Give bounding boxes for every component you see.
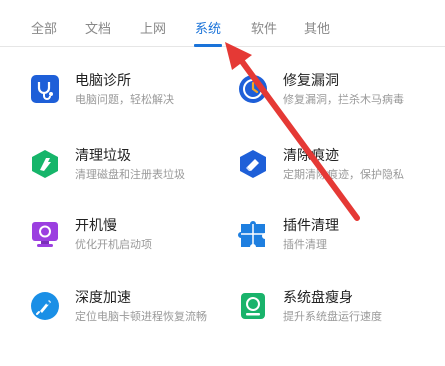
tool-title: 电脑诊所 (75, 73, 131, 89)
tool-desc: 清理磁盘和注册表垃圾 (75, 168, 185, 181)
active-tab-indicator (194, 44, 222, 47)
tool-pc-clinic[interactable]: 电脑诊所 电脑问题，轻松解决 (30, 70, 230, 114)
category-tabbar: 全部 文档 上网 系统 软件 其他 (0, 0, 445, 47)
tab-other[interactable]: 其他 (304, 18, 330, 37)
tool-desc: 定位电脑卡顿进程恢复流畅 (75, 310, 207, 323)
broom-icon (30, 149, 60, 179)
stethoscope-icon (30, 74, 60, 104)
tool-clean-junk[interactable]: 清理垃圾 清理磁盘和注册表垃圾 (30, 145, 230, 189)
tab-system[interactable]: 系统 (195, 18, 221, 37)
tool-title: 深度加速 (75, 290, 131, 306)
tool-desc: 优化开机启动项 (75, 238, 152, 251)
tool-title: 清理垃圾 (75, 148, 131, 164)
tab-all[interactable]: 全部 (31, 18, 57, 37)
shield-repair-icon (238, 74, 268, 104)
tool-clear-traces[interactable]: 清除痕迹 定期清除痕迹，保护隐私 (238, 145, 438, 189)
tool-desc: 修复漏洞，拦杀木马病毒 (283, 93, 404, 106)
tab-software[interactable]: 软件 (251, 18, 277, 37)
disk-icon (238, 291, 268, 321)
monitor-icon (30, 219, 60, 249)
tool-system-disk-slim[interactable]: 系统盘瘦身 提升系统盘运行速度 (238, 287, 438, 331)
tool-title: 插件清理 (283, 218, 339, 234)
tab-documents[interactable]: 文档 (85, 18, 111, 37)
tool-desc: 插件清理 (283, 238, 327, 251)
tool-title: 开机慢 (75, 218, 117, 234)
eraser-icon (238, 149, 268, 179)
tool-desc: 电脑问题，轻松解决 (75, 93, 174, 106)
tool-title: 系统盘瘦身 (283, 290, 353, 306)
tool-title: 清除痕迹 (283, 148, 339, 164)
puzzle-icon (238, 219, 268, 249)
tab-internet[interactable]: 上网 (140, 18, 166, 37)
rocket-icon (30, 291, 60, 321)
tool-desc: 提升系统盘运行速度 (283, 310, 382, 323)
tool-fix-vulnerability[interactable]: 修复漏洞 修复漏洞，拦杀木马病毒 (238, 70, 438, 114)
tool-desc: 定期清除痕迹，保护隐私 (283, 168, 404, 181)
tool-plugin-clean[interactable]: 插件清理 插件清理 (238, 215, 438, 259)
tool-deep-speedup[interactable]: 深度加速 定位电脑卡顿进程恢复流畅 (30, 287, 230, 331)
tool-title: 修复漏洞 (283, 73, 339, 89)
tool-slow-boot[interactable]: 开机慢 优化开机启动项 (30, 215, 230, 259)
